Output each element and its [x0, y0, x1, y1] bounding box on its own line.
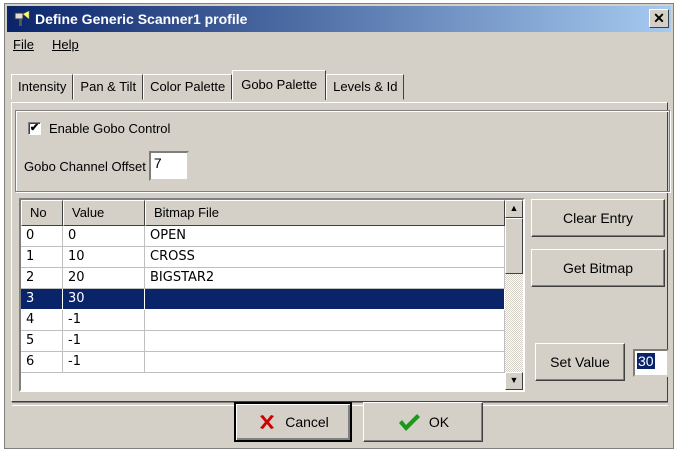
cell-no[interactable]: 6: [21, 352, 63, 373]
tab-intensity[interactable]: Intensity: [11, 74, 74, 100]
gobo-grid[interactable]: No Value Bitmap File 0 0 OPEN 1 10 CROSS 2 20 BI…: [19, 198, 525, 392]
arrow-up-icon: ▲: [509, 203, 519, 213]
menu-file[interactable]: File: [11, 37, 36, 57]
cell-value[interactable]: 0: [63, 226, 145, 247]
enable-gobo-label: Enable Gobo Control: [49, 121, 171, 136]
enable-gobo-checkbox[interactable]: ✔: [28, 122, 41, 135]
table-row[interactable]: 0 0 OPEN: [21, 226, 505, 247]
enable-gobo-row[interactable]: ✔ Enable Gobo Control: [28, 121, 170, 136]
table-row[interactable]: 2 20 BIGSTAR2: [21, 268, 505, 289]
gobo-settings-group: ✔ Enable Gobo Control Gobo Channel Offse…: [15, 110, 670, 192]
menu-bar: File Help: [11, 37, 81, 57]
cell-bitmap[interactable]: [145, 331, 505, 352]
cancel-icon: [260, 415, 275, 429]
tab-color-palette[interactable]: Color Palette: [143, 74, 233, 100]
scroll-up-button[interactable]: ▲: [505, 200, 523, 218]
cell-no[interactable]: 2: [21, 268, 63, 289]
cell-bitmap[interactable]: [145, 310, 505, 331]
cell-value[interactable]: 10: [63, 247, 145, 268]
column-header-value[interactable]: Value: [63, 200, 145, 226]
clear-entry-label: Clear Entry: [562, 210, 634, 226]
cell-value[interactable]: 20: [63, 268, 145, 289]
set-value-input-text: 30: [637, 353, 655, 369]
table-row[interactable]: 6 -1: [21, 352, 505, 373]
scroll-thumb[interactable]: [505, 218, 523, 274]
clear-entry-button[interactable]: Clear Entry: [531, 199, 665, 237]
menu-help[interactable]: Help: [50, 37, 81, 57]
gobo-offset-input[interactable]: 7: [148, 151, 189, 181]
cell-no[interactable]: 4: [21, 310, 63, 331]
grid-body: No Value Bitmap File 0 0 OPEN 1 10 CROSS 2 20 BI…: [21, 200, 505, 373]
window-title: Define Generic Scanner1 profile: [35, 11, 248, 27]
cell-no[interactable]: 1: [21, 247, 63, 268]
close-button[interactable]: ✕: [649, 9, 669, 28]
table-row[interactable]: 3 30: [21, 289, 505, 310]
check-mark-icon: ✔: [29, 122, 40, 134]
cell-value[interactable]: -1: [63, 331, 145, 352]
table-row[interactable]: 4 -1: [21, 310, 505, 331]
get-bitmap-button[interactable]: Get Bitmap: [531, 249, 665, 287]
ok-label: OK: [428, 414, 450, 430]
profile-dialog: Define Generic Scanner1 profile ✕ File H…: [4, 3, 674, 449]
cell-no[interactable]: 5: [21, 331, 63, 352]
cell-value[interactable]: -1: [63, 310, 145, 331]
cell-no[interactable]: 0: [21, 226, 63, 247]
set-value-button[interactable]: Set Value: [535, 343, 625, 381]
get-bitmap-label: Get Bitmap: [562, 260, 634, 276]
column-header-bitmap[interactable]: Bitmap File: [145, 200, 505, 226]
grid-vertical-scrollbar[interactable]: ▲ ▼: [505, 200, 523, 390]
gobo-offset-row: Gobo Channel Offset 7: [24, 151, 189, 181]
cell-bitmap[interactable]: BIGSTAR2: [145, 268, 505, 289]
column-header-no[interactable]: No: [21, 200, 63, 226]
cancel-label: Cancel: [285, 414, 329, 430]
tab-pan-tilt[interactable]: Pan & Tilt: [73, 74, 144, 100]
set-value-input[interactable]: 30: [633, 349, 669, 377]
scanner-app-icon: [14, 10, 30, 26]
table-row[interactable]: 5 -1: [21, 331, 505, 352]
cell-no[interactable]: 3: [21, 289, 63, 310]
cell-bitmap[interactable]: [145, 289, 505, 310]
close-icon: ✕: [653, 10, 665, 26]
cell-value[interactable]: -1: [63, 352, 145, 373]
checkmark-icon: [398, 414, 420, 431]
cell-bitmap[interactable]: CROSS: [145, 247, 505, 268]
tab-gobo-palette[interactable]: Gobo Palette: [232, 70, 327, 100]
cell-bitmap[interactable]: [145, 352, 505, 373]
ok-button[interactable]: OK: [363, 402, 483, 442]
set-value-label: Set Value: [550, 354, 610, 370]
grid-header: No Value Bitmap File: [21, 200, 505, 226]
cell-bitmap[interactable]: OPEN: [145, 226, 505, 247]
cell-value[interactable]: 30: [63, 289, 145, 310]
tab-strip: Intensity Pan & Tilt Color Palette Gobo Pal…: [11, 70, 405, 100]
table-row[interactable]: 1 10 CROSS: [21, 247, 505, 268]
arrow-down-icon: ▼: [509, 375, 519, 385]
title-bar[interactable]: Define Generic Scanner1 profile ✕: [7, 6, 671, 32]
tab-levels-id[interactable]: Levels & Id: [326, 74, 405, 100]
scroll-down-button[interactable]: ▼: [505, 372, 523, 390]
gobo-offset-label: Gobo Channel Offset: [24, 158, 146, 174]
cancel-button[interactable]: Cancel: [234, 402, 352, 442]
